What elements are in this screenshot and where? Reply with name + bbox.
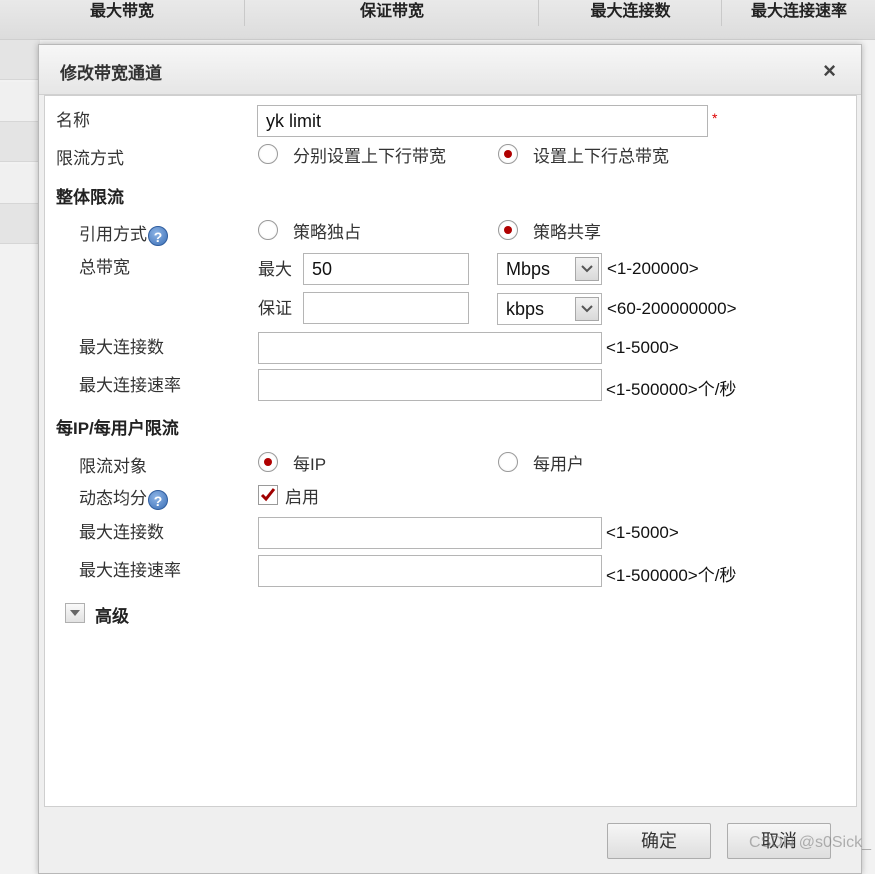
radio-separate-up-down[interactable] [258, 144, 278, 164]
dialog-footer: 确定 取消 [39, 807, 861, 867]
guarantee-bandwidth-unit-select[interactable]: kbps [497, 293, 602, 325]
per-ip-max-rate-hint: <1-500000>个/秒 [606, 566, 737, 585]
table-row [0, 204, 40, 244]
limit-mode-label: 限流方式 [56, 149, 124, 168]
chevron-down-icon[interactable] [575, 257, 599, 281]
per-ip-max-connections-label: 最大连接数 [79, 523, 164, 542]
column-header-max-connections: 最大连接数 [540, 0, 722, 26]
column-header-max-bandwidth: 最大带宽 [0, 0, 245, 26]
close-icon[interactable]: × [823, 58, 836, 84]
table-row [0, 82, 40, 122]
radio-per-ip-label: 每IP [293, 455, 327, 474]
radio-total-up-down[interactable] [498, 144, 518, 164]
overall-max-rate-label: 最大连接速率 [79, 376, 181, 395]
column-header-max-connection-rate: 最大连接速率 [750, 3, 847, 20]
name-label: 名称 [56, 111, 90, 130]
name-input[interactable] [257, 105, 708, 137]
radio-per-user[interactable] [498, 452, 518, 472]
section-title-per-ip: 每IP/每用户限流 [56, 419, 179, 438]
edit-bandwidth-channel-dialog: 修改带宽通道 × 确定 取消 [38, 44, 862, 874]
overall-max-rate-input[interactable] [258, 369, 602, 401]
dynamic-share-checkbox[interactable] [258, 485, 278, 505]
radio-policy-exclusive-label: 策略独占 [293, 223, 361, 242]
radio-per-ip[interactable] [258, 452, 278, 472]
limit-target-label: 限流对象 [79, 457, 147, 476]
dynamic-share-label: 动态均分? [79, 484, 168, 510]
dynamic-share-label-text: 动态均分 [79, 489, 147, 508]
overall-max-connections-input[interactable] [258, 332, 602, 364]
max-bandwidth-unit-select[interactable]: Mbps [497, 253, 602, 285]
guarantee-bandwidth-label: 保证 [258, 299, 292, 318]
ref-mode-label-text: 引用方式 [79, 225, 147, 244]
help-icon[interactable]: ? [148, 489, 168, 510]
checkmark-icon [260, 488, 276, 502]
required-mark: * [712, 110, 718, 126]
per-ip-max-connections-hint: <1-5000> [606, 523, 679, 542]
guarantee-bandwidth-hint: <60-200000000> [607, 299, 737, 318]
chevron-down-icon[interactable] [575, 297, 599, 321]
radio-policy-shared-label: 策略共享 [533, 223, 601, 242]
max-bandwidth-unit-value: Mbps [506, 259, 551, 279]
dialog-title: 修改带宽通道 [60, 64, 162, 83]
radio-total-up-down-label: 设置上下行总带宽 [533, 147, 669, 166]
radio-separate-up-down-label: 分别设置上下行带宽 [293, 147, 446, 166]
radio-policy-shared[interactable] [498, 220, 518, 240]
watermark: CSDN @s0Sick_ [748, 834, 871, 851]
background-table-header: 最大带宽 保证带宽 最大连接数 最大连接速率 [0, 0, 875, 40]
table-row [0, 164, 40, 204]
dialog-titlebar: 修改带宽通道 × [39, 45, 861, 95]
guarantee-bandwidth-unit-value: kbps [506, 299, 545, 319]
per-ip-max-connections-input[interactable] [258, 517, 602, 549]
total-bandwidth-label: 总带宽 [79, 258, 130, 277]
advanced-toggle-label[interactable]: 高级 [95, 602, 129, 627]
ref-mode-label: 引用方式? [79, 220, 168, 246]
column-header-guaranteed-bandwidth: 保证带宽 [246, 0, 539, 26]
table-row [0, 40, 40, 80]
section-title-overall: 整体限流 [56, 188, 124, 207]
radio-policy-exclusive[interactable] [258, 220, 278, 240]
max-bandwidth-hint: <1-200000> [607, 259, 699, 278]
per-ip-max-rate-label: 最大连接速率 [79, 561, 181, 580]
confirm-button[interactable]: 确定 [607, 823, 711, 859]
overall-max-rate-hint: <1-500000>个/秒 [606, 380, 737, 399]
dynamic-share-enable-label: 启用 [285, 488, 319, 507]
max-bandwidth-label: 最大 [258, 260, 292, 279]
help-icon[interactable]: ? [148, 225, 168, 246]
triangle-down-icon[interactable] [65, 603, 85, 623]
per-ip-max-rate-input[interactable] [258, 555, 602, 587]
overall-max-connections-hint: <1-5000> [606, 338, 679, 357]
dialog-body [44, 95, 857, 807]
max-bandwidth-input[interactable] [303, 253, 469, 285]
radio-per-user-label: 每用户 [533, 455, 584, 474]
table-row [0, 122, 40, 162]
guarantee-bandwidth-input[interactable] [303, 292, 469, 324]
overall-max-connections-label: 最大连接数 [79, 338, 164, 357]
